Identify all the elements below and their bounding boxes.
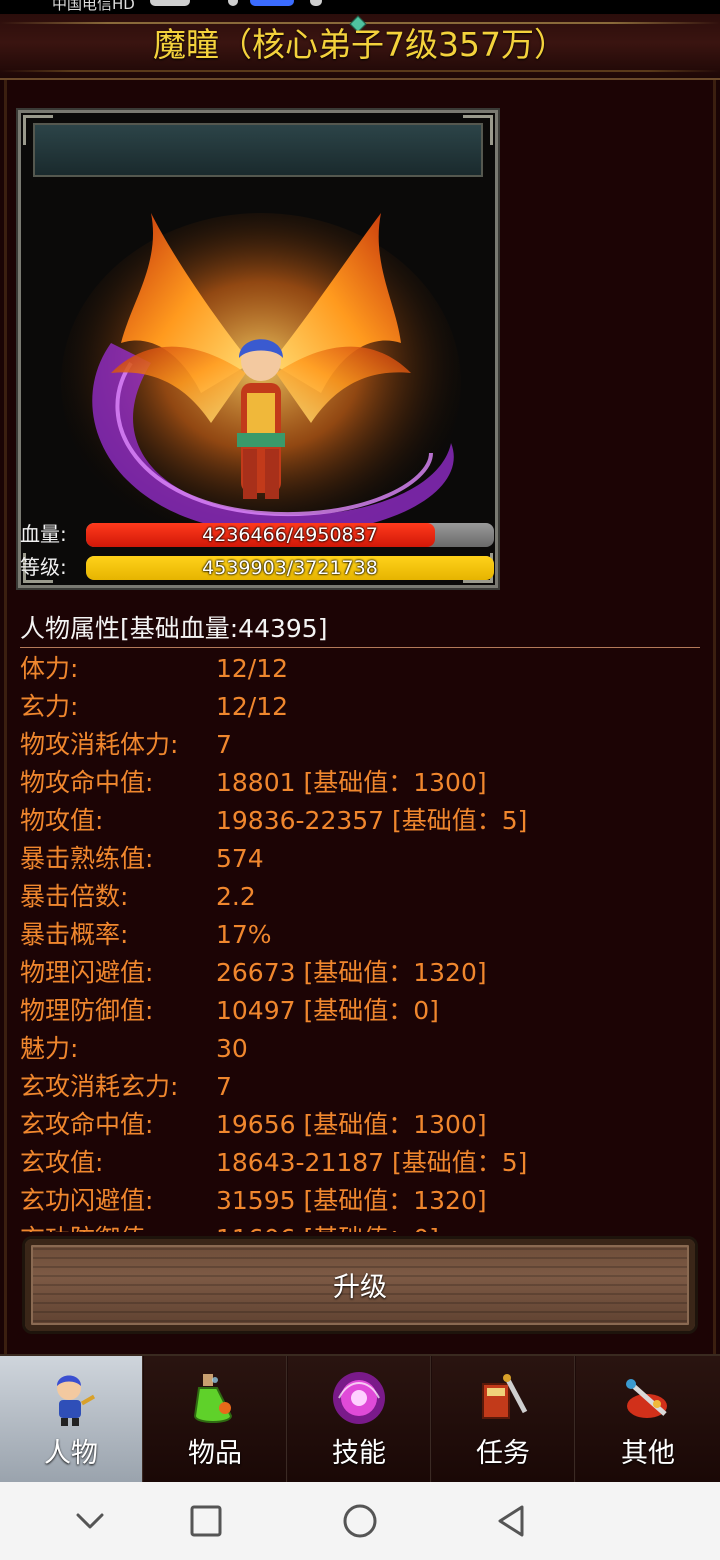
quest-icon	[482, 1374, 528, 1419]
attribute-row: 玄攻命中值: 19656 [基础值：1300]	[20, 1106, 700, 1144]
circle-icon[interactable]	[338, 1499, 382, 1543]
system-nav-bar	[0, 1482, 720, 1560]
tab-label: 物品	[188, 1438, 242, 1469]
tab-label: 人物	[44, 1438, 98, 1469]
upgrade-button-label: 升级	[333, 1272, 387, 1303]
attribute-label: 暴击倍数:	[20, 882, 129, 911]
portrait-header-plate	[33, 123, 483, 177]
attribute-row: 物理防御值: 10497 [基础值：0]	[20, 992, 700, 1030]
square-icon[interactable]	[184, 1499, 228, 1543]
hp-label: 血量:	[20, 522, 67, 546]
attribute-value: 12/12	[216, 692, 289, 721]
attribute-row: 玄力: 12/12	[20, 688, 700, 726]
attribute-label: 物攻消耗体力:	[20, 730, 179, 759]
tab-quests[interactable]: 任务	[432, 1356, 575, 1482]
page-title: 魔瞳（核心弟子7级357万）	[153, 25, 567, 64]
attribute-row: 暴击倍数: 2.2	[20, 878, 700, 916]
attribute-label: 物攻命中值:	[20, 768, 154, 797]
attribute-value: 7	[216, 730, 232, 759]
back-triangle-icon[interactable]	[490, 1499, 534, 1543]
tab-character[interactable]: 人物	[0, 1356, 143, 1482]
attribute-value: 2.2	[216, 882, 256, 911]
attribute-label: 物理防御值:	[20, 996, 154, 1025]
attribute-value: 12/12	[216, 654, 289, 683]
attribute-label: 暴击熟练值:	[20, 844, 154, 873]
attribute-value: 19836-22357 [基础值：5]	[216, 806, 528, 835]
attribute-row: 物攻值: 19836-22357 [基础值：5]	[20, 802, 700, 840]
attribute-row: 玄攻值: 18643-21187 [基础值：5]	[20, 1144, 700, 1182]
tab-items[interactable]: 物品	[144, 1356, 287, 1482]
attribute-row: 体力: 12/12	[20, 650, 700, 688]
attributes-header: 人物属性[基础血量:44395]	[20, 610, 700, 648]
level-value: 4539903/3721738	[202, 557, 378, 579]
attribute-label: 物攻值:	[20, 806, 104, 835]
tab-label: 其他	[621, 1438, 675, 1469]
attribute-row: 魅力: 30	[20, 1030, 700, 1068]
attribute-label: 玄功闪避值:	[20, 1186, 154, 1215]
character-portrait-frame	[16, 108, 500, 590]
hp-value: 4236466/4950837	[202, 524, 378, 546]
status-icons	[150, 0, 330, 6]
attribute-row: 暴击熟练值: 574	[20, 840, 700, 878]
frame-corner	[463, 115, 493, 145]
attribute-value: 19656 [基础值：1300]	[216, 1110, 487, 1139]
attribute-label: 暴击概率:	[20, 920, 129, 949]
chevron-down-icon[interactable]	[68, 1499, 112, 1543]
attributes-list[interactable]: 体力: 12/12 玄力: 12/12 物攻消耗体力: 7 物攻命中值: 18801 [基础值…	[20, 650, 700, 1232]
attribute-value: 10497 [基础值：0]	[216, 996, 439, 1025]
status-bar: 中国电信HD	[0, 0, 720, 14]
level-label: 等级:	[20, 555, 67, 579]
attribute-row: 玄功闪避值: 31595 [基础值：1320]	[20, 1182, 700, 1220]
tab-skills[interactable]: 技能	[288, 1356, 431, 1482]
attribute-value: 26673 [基础值：1320]	[216, 958, 487, 987]
other-icon	[626, 1379, 667, 1418]
level-bar: 4539903/3721738	[86, 556, 494, 580]
potion-icon	[193, 1374, 233, 1423]
attribute-label: 玄攻命中值:	[20, 1110, 154, 1139]
attribute-value: 18643-21187 [基础值：5]	[216, 1148, 528, 1177]
upgrade-button[interactable]: 升级	[22, 1236, 698, 1334]
attribute-row: 物攻命中值: 18801 [基础值：1300]	[20, 764, 700, 802]
attribute-value: 7	[216, 1072, 232, 1101]
attribute-label: 玄力:	[20, 692, 79, 721]
attribute-row: 物攻消耗体力: 7	[20, 726, 700, 764]
attribute-value: 574	[216, 844, 264, 873]
attribute-row: 暴击概率: 17%	[20, 916, 700, 954]
attribute-row: 玄攻消耗玄力: 7	[20, 1068, 700, 1106]
title-bar: 魔瞳（核心弟子7级357万）	[0, 14, 720, 80]
attribute-value: 18801 [基础值：1300]	[216, 768, 487, 797]
hp-bar: 4236466/4950837	[86, 523, 494, 547]
attribute-value: 11606 [基础值：0]	[216, 1220, 439, 1232]
attribute-label: 玄攻消耗玄力:	[20, 1072, 179, 1101]
attribute-label: 魅力:	[20, 1034, 79, 1063]
character-avatar-image	[61, 213, 461, 553]
tab-other[interactable]: 其他	[576, 1356, 720, 1482]
level-bar-row: 等级: 4539903/3721738	[20, 553, 496, 581]
carrier-label: 中国电信HD	[52, 0, 135, 13]
attribute-label: 物理闪避值:	[20, 958, 154, 987]
bottom-tab-bar: 人物 物品 技能 任务 其他	[0, 1354, 720, 1482]
attribute-value: 17%	[216, 920, 272, 949]
attribute-row: 玄功防御值: 11606 [基础值：0]	[20, 1220, 700, 1232]
attribute-label: 玄功防御值:	[20, 1220, 153, 1232]
attribute-label: 玄攻值:	[20, 1148, 104, 1177]
character-icon	[57, 1375, 96, 1426]
skill-orb-icon	[333, 1372, 385, 1424]
attribute-label: 体力:	[20, 654, 79, 683]
attribute-value: 31595 [基础值：1320]	[216, 1186, 487, 1215]
attribute-value: 30	[216, 1034, 248, 1063]
attribute-row: 物理闪避值: 26673 [基础值：1320]	[20, 954, 700, 992]
hp-bar-row: 血量: 4236466/4950837	[20, 520, 496, 548]
tab-label: 技能	[332, 1438, 386, 1469]
frame-corner	[23, 115, 53, 145]
tab-label: 任务	[476, 1438, 530, 1469]
